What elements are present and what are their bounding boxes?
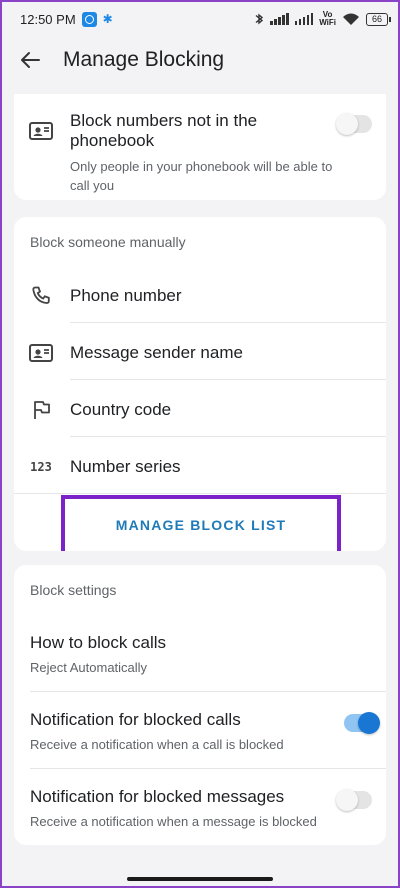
blocked-calls-notification-title[interactable]: Notification for blocked calls xyxy=(30,710,241,730)
blocked-messages-notification-title[interactable]: Notification for blocked messages xyxy=(30,787,284,807)
toggle-knob xyxy=(336,113,358,135)
phonebook-toggle[interactable] xyxy=(336,113,372,135)
battery-icon: 66 xyxy=(366,12,391,26)
block-manually-card: Block someone manually Phone number Mess… xyxy=(14,217,386,551)
how-to-block-calls-title[interactable]: How to block calls xyxy=(30,633,166,653)
status-icons: Vo WiFi 66 xyxy=(254,11,391,27)
back-arrow-icon[interactable] xyxy=(18,48,42,72)
divider xyxy=(30,691,386,692)
manual-item-label[interactable]: Number series xyxy=(70,457,181,477)
divider xyxy=(14,493,386,494)
number-series-icon: 123 xyxy=(30,460,52,474)
phonebook-setting-card[interactable]: Block numbers not in the phonebook Only … xyxy=(14,94,386,200)
phonebook-title: Block numbers not in the phonebook xyxy=(70,111,258,150)
app-notification-icon xyxy=(81,11,97,27)
vowifi-icon: Vo WiFi xyxy=(319,11,336,27)
contact-card-icon xyxy=(28,340,54,366)
divider xyxy=(70,436,386,437)
section-header-block-settings: Block settings xyxy=(30,582,117,598)
section-header-block-manually: Block someone manually xyxy=(30,234,186,250)
vowifi-bottom: WiFi xyxy=(319,18,336,27)
flag-icon xyxy=(28,397,54,423)
manual-item-label[interactable]: Country code xyxy=(70,400,171,420)
divider xyxy=(70,379,386,380)
phone-icon xyxy=(28,283,54,309)
how-to-block-calls-subtitle: Reject Automatically xyxy=(30,660,148,675)
divider xyxy=(30,768,386,769)
manual-item-label[interactable]: Message sender name xyxy=(70,343,243,363)
blocked-calls-toggle[interactable] xyxy=(344,712,380,734)
manual-item-label[interactable]: Phone number xyxy=(70,286,182,306)
blocked-messages-toggle[interactable] xyxy=(336,789,372,811)
blocked-messages-notification-subtitle: Receive a notification when a message is… xyxy=(30,814,317,829)
block-settings-card: Block settings How to block calls Reject… xyxy=(14,565,386,845)
toggle-knob xyxy=(336,789,358,811)
phonebook-subtitle: Only people in your phonebook will be ab… xyxy=(70,159,333,193)
divider xyxy=(70,322,386,323)
gear-icon: ✱ xyxy=(102,12,113,26)
signal-2-icon xyxy=(294,13,314,25)
app-bar: Manage Blocking xyxy=(0,38,400,82)
bluetooth-icon xyxy=(255,13,264,25)
toggle-knob xyxy=(358,712,380,734)
manage-block-list-button[interactable]: MANAGE BLOCK LIST xyxy=(61,495,341,551)
page-title: Manage Blocking xyxy=(63,48,225,71)
contact-card-icon xyxy=(28,118,54,144)
wifi-icon xyxy=(343,13,359,25)
signal-icon xyxy=(270,13,289,25)
home-indicator[interactable] xyxy=(127,877,273,881)
status-time: 12:50 PM xyxy=(20,11,76,27)
blocked-calls-notification-subtitle: Receive a notification when a call is bl… xyxy=(30,737,284,752)
status-bar: 12:50 PM ✱ Vo WiFi 66 xyxy=(0,0,400,38)
